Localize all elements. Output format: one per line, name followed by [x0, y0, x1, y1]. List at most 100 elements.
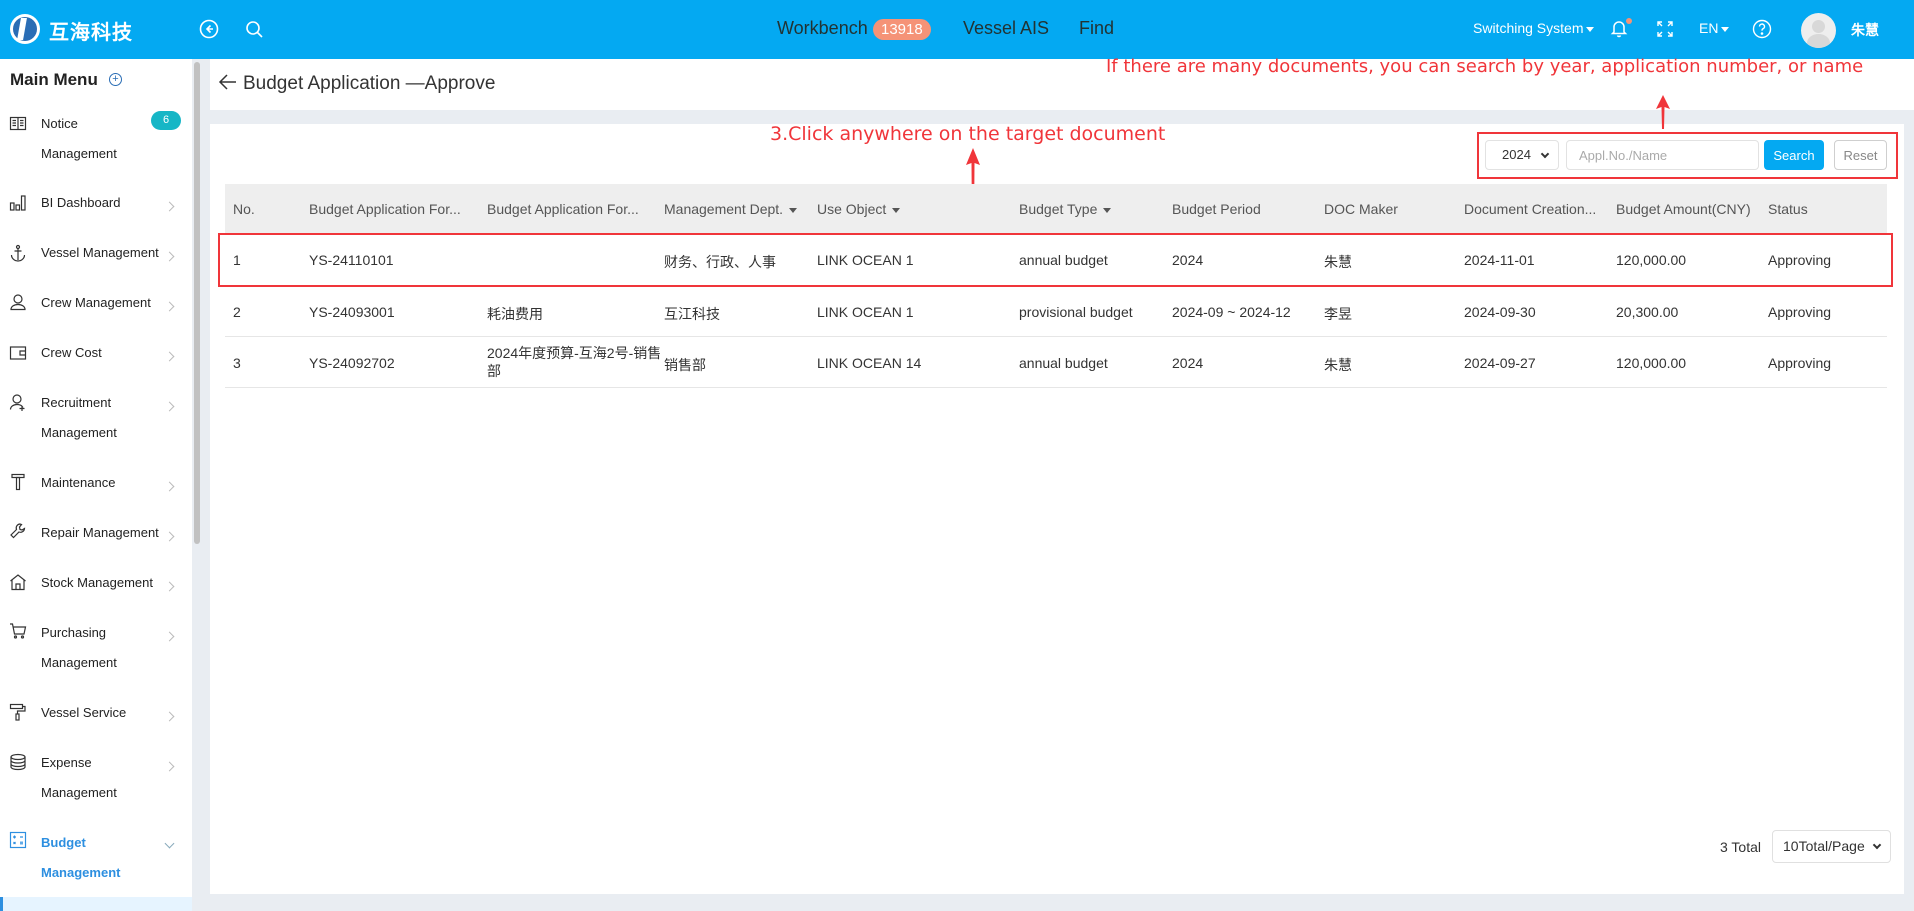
switching-system-dropdown[interactable]: Switching System: [1473, 20, 1595, 36]
cell-no: 3: [233, 355, 241, 371]
sidebar-item-label: Notice Management: [41, 116, 117, 161]
search-icon[interactable]: [243, 18, 265, 40]
house-icon: [10, 574, 26, 591]
column-header-no: No.: [233, 201, 255, 217]
sidebar-item-label: Vessel Service: [41, 705, 127, 720]
cell-budget-period: 2024: [1172, 355, 1204, 371]
user-name[interactable]: 朱慧: [1851, 20, 1879, 40]
caret-down-icon: [1721, 26, 1730, 32]
cell-budget-amount: 20,300.00: [1616, 304, 1679, 320]
sidebar-item-label: Repair Management: [41, 525, 159, 540]
cell-budget-period: 2024: [1172, 252, 1204, 268]
cell-creation-date: 2024-09-27: [1464, 355, 1536, 371]
cell-status: Approving: [1768, 252, 1832, 268]
top-navbar: 互海科技 Workbench 13918 Vessel AIS Find Swi…: [0, 0, 1914, 59]
cell-doc-maker: 朱慧: [1324, 254, 1352, 270]
sidebar-scrollbar-thumb[interactable]: [194, 62, 200, 544]
sidebar-item-label: Recruitment Management: [41, 395, 117, 440]
cell-status: Approving: [1768, 304, 1832, 320]
sidebar-item-label: BI Dashboard: [41, 195, 121, 210]
main-menu-title: Main Menu: [10, 70, 98, 89]
cell-application-form-name: 耗油费用: [487, 306, 543, 322]
chevron-down-icon: [1872, 840, 1882, 850]
annotation-search-hint: If there are many documents, you can sea…: [1106, 56, 1864, 77]
user-avatar[interactable]: [1801, 13, 1836, 48]
cell-creation-date: 2024-11-01: [1464, 252, 1535, 268]
sidebar-subitem-active[interactable]: [0, 897, 192, 911]
person-icon: [10, 294, 26, 311]
table-row[interactable]: 3 YS-24092702 2024年度预算-互海2号-销售部 销售部 LINK OCE…: [225, 337, 1887, 388]
cell-use-object: LINK OCEAN 1: [817, 304, 914, 320]
cell-budget-amount: 120,000.00: [1616, 355, 1687, 371]
language-label: EN: [1699, 20, 1719, 36]
cell-budget-type: annual budget: [1019, 355, 1108, 371]
wrench-icon: [10, 523, 26, 539]
cell-budget-type: annual budget: [1019, 252, 1108, 268]
brand-name: 互海科技: [49, 20, 133, 44]
cell-no: 2: [233, 304, 241, 320]
sidebar-item-label: Stock Management: [41, 575, 154, 590]
cell-budget-amount: 120,000.00: [1616, 252, 1687, 268]
search-button[interactable]: Search: [1764, 140, 1824, 170]
database-icon: [10, 753, 26, 771]
nav-workbench[interactable]: Workbench: [777, 18, 868, 39]
table-row[interactable]: 1 YS-24110101 财务、行政、人事 LINK OCEAN 1 annual b…: [225, 234, 1887, 286]
cell-application-form-no: YS-24093001: [309, 304, 395, 320]
sort-caret-icon[interactable]: [1103, 207, 1112, 213]
column-header-creation-date: Document Creation...: [1464, 201, 1597, 217]
add-circle-icon[interactable]: +: [109, 73, 122, 86]
help-icon[interactable]: [1751, 18, 1773, 40]
sidebar-item-label: Crew Management: [41, 295, 151, 310]
back-circle-icon[interactable]: [198, 18, 220, 40]
column-header-budget-period: Budget Period: [1172, 201, 1261, 217]
table-header: No. Budget Application For... Budget App…: [225, 184, 1887, 234]
sidebar-item-label: Vessel Management: [41, 245, 159, 260]
table-row[interactable]: 2 YS-24093001 耗油费用 互江科技 LINK OCEAN 1 provisio…: [225, 286, 1887, 337]
sidebar-item-label: Budget Management: [41, 835, 121, 880]
year-select-value: 2024: [1502, 147, 1531, 162]
nav-vessel-ais[interactable]: Vessel AIS: [963, 18, 1049, 39]
column-header-use-object[interactable]: Use Object: [817, 201, 901, 217]
page-title: Budget Application —Approve: [243, 73, 496, 94]
search-input[interactable]: [1566, 140, 1759, 170]
cell-application-form-name: 2024年度预算-互海2号-销售部: [487, 345, 662, 379]
cell-status: Approving: [1768, 355, 1832, 371]
fullscreen-icon[interactable]: [1654, 18, 1676, 40]
workbench-count-badge: 13918: [873, 19, 931, 40]
book-icon: [9, 116, 27, 131]
cell-doc-maker: 朱慧: [1324, 357, 1352, 373]
sidebar-item-label: Purchasing Management: [41, 625, 117, 670]
cell-management-dept: 财务、行政、人事: [664, 254, 776, 270]
annotation-arrow-up-icon: [1656, 95, 1670, 129]
sort-caret-icon[interactable]: [892, 207, 901, 213]
sort-caret-icon[interactable]: [789, 207, 798, 213]
column-header-management-dept[interactable]: Management Dept.: [664, 201, 798, 217]
sidebar-item-label: Crew Cost: [41, 345, 102, 360]
sidebar-item-label: Expense Management: [41, 755, 117, 800]
notice-count-badge: 6: [151, 111, 181, 130]
cell-use-object: LINK OCEAN 14: [817, 355, 922, 371]
cell-application-form-no: YS-24110101: [309, 252, 394, 268]
calculator-icon: [9, 831, 27, 849]
bar-chart-icon: [9, 195, 26, 211]
column-header-budget-type[interactable]: Budget Type: [1019, 201, 1112, 217]
nav-find[interactable]: Find: [1079, 18, 1114, 39]
column-header-budget-amount: Budget Amount(CNY): [1616, 201, 1751, 217]
reset-button[interactable]: Reset: [1834, 140, 1887, 170]
page-size-select[interactable]: 10Total/Page: [1772, 830, 1891, 863]
cell-application-form-no: YS-24092702: [309, 355, 395, 371]
column-header-status: Status: [1768, 201, 1808, 217]
language-dropdown[interactable]: EN: [1699, 20, 1730, 36]
switching-system-label: Switching System: [1473, 20, 1584, 36]
cell-management-dept: 销售部: [664, 357, 706, 373]
cell-use-object: LINK OCEAN 1: [817, 252, 914, 268]
cell-budget-type: provisional budget: [1019, 304, 1133, 320]
wallet-icon: [9, 346, 27, 360]
caret-down-icon: [1586, 26, 1595, 32]
column-header-doc-maker: DOC Maker: [1324, 201, 1398, 217]
notification-dot: [1626, 18, 1632, 24]
year-select[interactable]: 2024: [1485, 140, 1559, 170]
chevron-down-icon: [1540, 149, 1550, 159]
back-arrow-icon[interactable]: [218, 72, 238, 92]
hammer-icon: [11, 473, 25, 491]
